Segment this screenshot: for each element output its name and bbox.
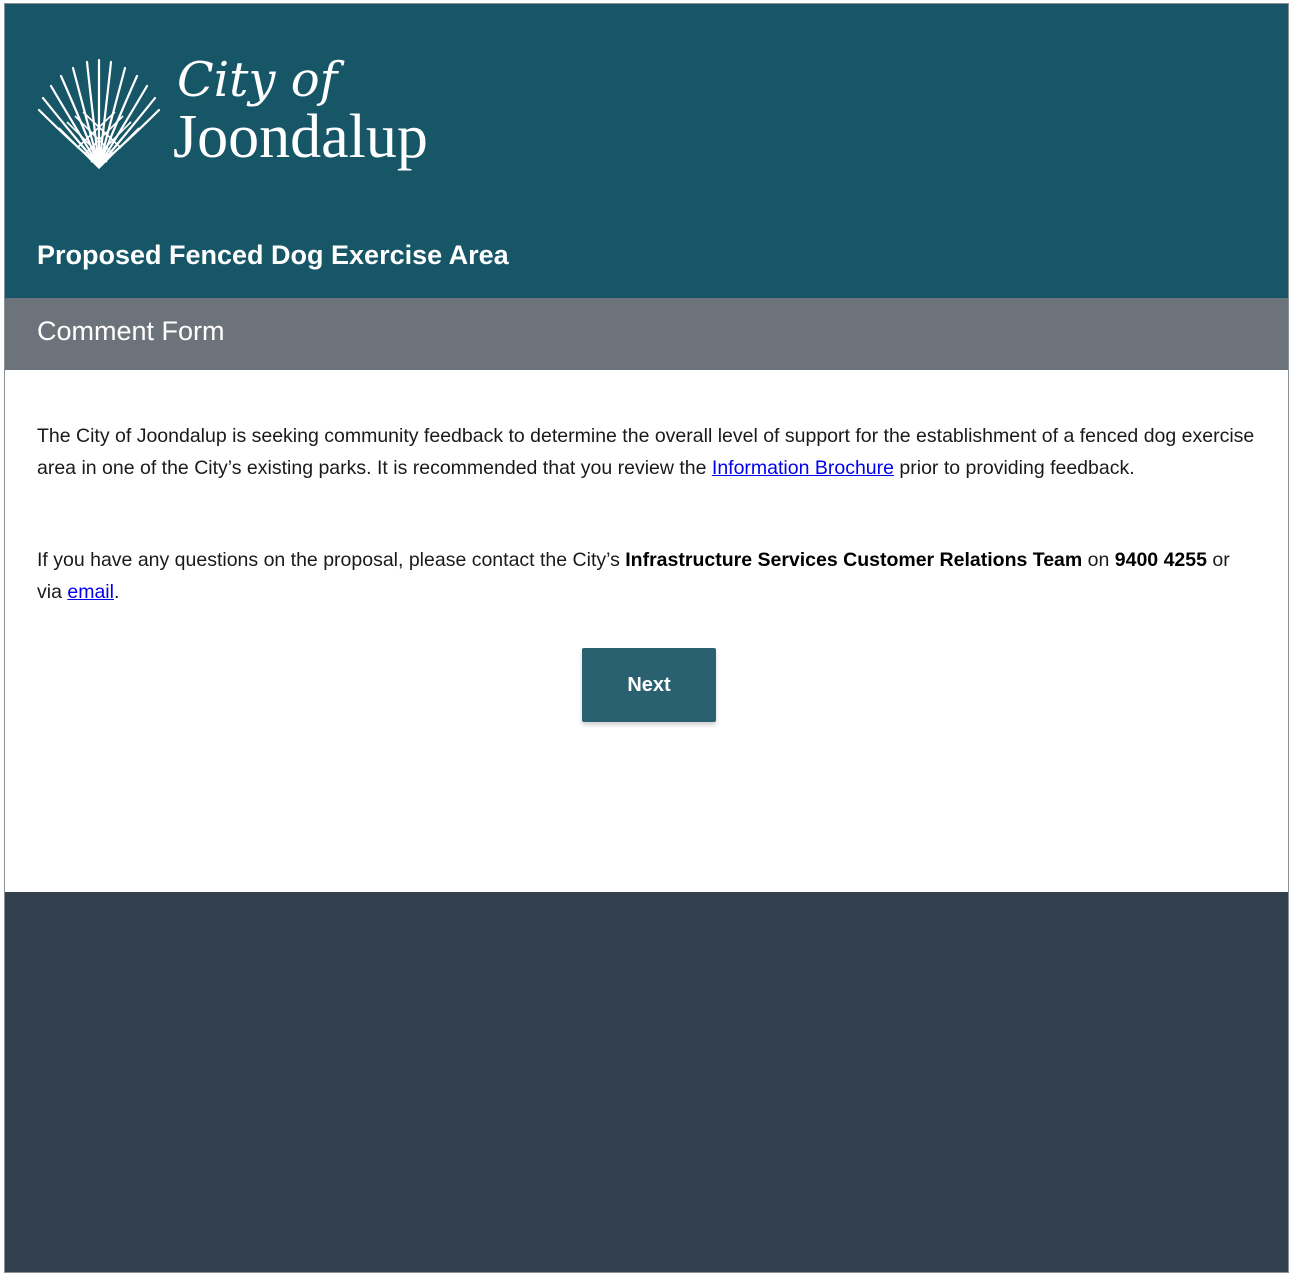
phone-number: 9400 4255: [1114, 549, 1207, 571]
next-button[interactable]: Next: [582, 648, 716, 722]
palm-emblem-icon: [37, 58, 161, 170]
logo-text-city-of: City of: [177, 52, 338, 108]
section-title: Comment Form: [37, 316, 225, 346]
intro-text-end: prior to providing feedback.: [894, 457, 1135, 479]
logo-text-joondalup: Joondalup: [173, 103, 428, 171]
team-name: Infrastructure Services Customer Relatio…: [625, 549, 1083, 571]
email-link[interactable]: email: [67, 581, 114, 603]
contact-text-on: on: [1082, 549, 1115, 571]
header-banner: City of Joondalup Proposed Fenced Dog Ex…: [5, 4, 1288, 298]
survey-page: City of Joondalup Proposed Fenced Dog Ex…: [4, 3, 1289, 1273]
form-content: The City of Joondalup is seeking communi…: [5, 370, 1288, 892]
footer: [5, 892, 1288, 1272]
survey-title: Proposed Fenced Dog Exercise Area: [37, 240, 509, 270]
city-logo: City of Joondalup: [37, 52, 477, 172]
information-brochure-link[interactable]: Information Brochure: [712, 457, 894, 479]
section-bar: Comment Form: [5, 298, 1288, 370]
intro-paragraph: The City of Joondalup is seeking communi…: [37, 420, 1257, 484]
contact-paragraph: If you have any questions on the proposa…: [37, 544, 1257, 608]
contact-text-end: .: [113, 581, 120, 603]
contact-text: If you have any questions on the proposa…: [37, 549, 626, 571]
